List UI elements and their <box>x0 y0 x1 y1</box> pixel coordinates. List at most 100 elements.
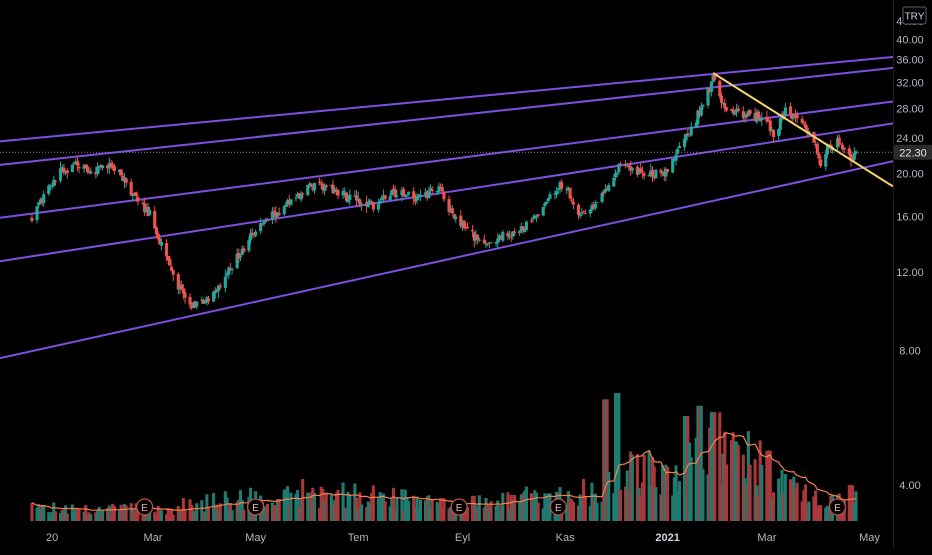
volume-bar <box>183 509 187 521</box>
volume-bar <box>289 492 293 521</box>
volume-bar <box>701 469 705 521</box>
candle <box>524 220 528 231</box>
currency-label: TRY <box>905 12 925 23</box>
volume-bar <box>407 500 411 521</box>
earnings-marker[interactable]: E <box>828 498 847 516</box>
price-axis-label: 12.00 <box>896 267 924 279</box>
candle <box>541 206 545 217</box>
price-chart[interactable]: EEEEE 44.0040.0036.0032.0028.0024.0020.0… <box>0 0 932 550</box>
currency-badge[interactable]: TRY <box>902 6 927 25</box>
earnings-marker-label: E <box>252 503 259 514</box>
time-axis-label: Tem <box>348 532 369 544</box>
volume-bar <box>242 509 246 521</box>
volume-bar <box>724 464 729 521</box>
earnings-marker-label: E <box>834 503 841 514</box>
volume-bar <box>301 478 305 521</box>
chart-svg[interactable]: EEEEE 44.0040.0036.0032.0028.0024.0020.0… <box>0 0 932 550</box>
volume-bar <box>536 502 540 521</box>
volume-bar <box>583 496 587 521</box>
time-axis-label: Eyl <box>455 532 470 544</box>
time-axis-label: Kas <box>556 532 575 544</box>
volume-bar <box>171 514 175 521</box>
volume-bar <box>642 455 646 521</box>
volume-bar <box>807 501 811 521</box>
volume-bar <box>677 481 681 521</box>
volume-bar <box>206 507 211 521</box>
earnings-marker-label: E <box>141 503 148 514</box>
earnings-marker[interactable]: E <box>549 498 567 516</box>
volume-bar <box>607 471 611 521</box>
time-axis-label: May <box>859 532 880 544</box>
candle <box>568 187 572 200</box>
volume-bar <box>77 508 81 521</box>
candle <box>489 242 493 244</box>
volume-bar <box>630 454 634 521</box>
volume-bar <box>124 505 128 521</box>
time-axis-label: 20 <box>46 532 58 544</box>
volume-bar <box>760 464 764 521</box>
volume-bar <box>666 466 670 521</box>
volume-bar <box>513 494 517 521</box>
volume-bar <box>654 487 658 521</box>
volume-bar <box>101 509 105 521</box>
time-axis-label: 2021 <box>655 532 679 544</box>
candle <box>309 182 313 188</box>
volume-bar <box>360 504 364 521</box>
candle <box>687 135 692 137</box>
volume-bar <box>795 482 799 521</box>
candle <box>815 142 819 155</box>
candle <box>600 191 604 204</box>
price-axis-label: 8.00 <box>899 346 920 358</box>
volume-bar <box>571 502 576 521</box>
volume-bar <box>195 503 199 521</box>
volume-bar <box>477 495 481 521</box>
volume-bar <box>112 505 116 521</box>
volume-bar <box>265 503 269 521</box>
price-axis-label: 20.00 <box>896 168 924 180</box>
price-axis-label: 24.00 <box>896 133 924 145</box>
volume-bar <box>501 492 505 521</box>
candle <box>654 169 658 179</box>
price-axis-label: 16.00 <box>896 212 924 224</box>
candle <box>306 184 310 196</box>
time-axis-label: Mar <box>757 532 776 544</box>
last-price-label: 22.30 <box>899 147 927 159</box>
earnings-marker[interactable]: E <box>450 498 468 516</box>
price-axis-label: 40.00 <box>896 34 924 46</box>
volume-bar <box>819 505 823 521</box>
volume-bar <box>89 514 93 521</box>
volume-bar <box>524 486 528 521</box>
chart-background <box>0 0 932 550</box>
candle <box>595 201 599 204</box>
volume-bar <box>230 510 234 521</box>
volume-bar <box>430 499 434 521</box>
volume-bar <box>442 498 446 521</box>
volume-bar <box>418 499 422 521</box>
time-axis-label: May <box>245 532 266 544</box>
candle <box>70 164 74 173</box>
price-axis-label: 32.00 <box>896 77 924 89</box>
volume-bar <box>783 473 787 521</box>
volume-bar <box>736 445 740 521</box>
volume-bar <box>53 511 58 521</box>
earnings-marker[interactable]: E <box>246 498 265 516</box>
volume-bar <box>324 492 328 521</box>
volume-bar <box>348 494 352 521</box>
volume-bar <box>159 510 164 521</box>
volume-bar <box>689 457 693 521</box>
volume-bar <box>748 464 752 521</box>
volume-bar <box>42 505 46 521</box>
price-axis-label: 28.00 <box>896 103 924 115</box>
volume-bar <box>854 491 858 521</box>
price-axis-label: 36.00 <box>896 55 924 67</box>
earnings-marker[interactable]: E <box>135 498 154 516</box>
time-axis-label: Mar <box>144 532 163 544</box>
volume-bar <box>595 502 599 521</box>
volume-bar <box>619 490 623 521</box>
earnings-marker-label: E <box>456 503 463 514</box>
volume-bar <box>277 499 281 521</box>
volume-bar <box>371 485 375 521</box>
volume-bar <box>395 496 399 521</box>
price-axis-label: 4.00 <box>899 480 920 492</box>
volume-bar <box>30 502 34 521</box>
